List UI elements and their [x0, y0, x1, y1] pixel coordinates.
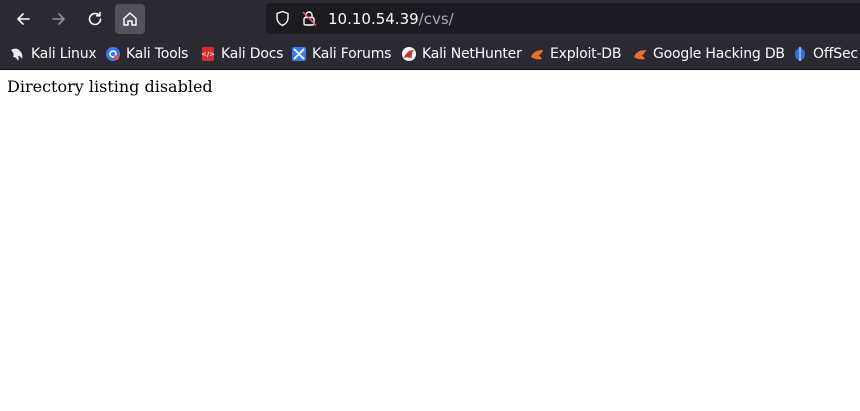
bookmark-label: Exploit-DB: [550, 46, 622, 62]
kali-dragon-icon: [10, 46, 26, 62]
browser-chrome: 10.10.54.39/cvs/ Kali Linux Kali Tools <…: [0, 0, 860, 70]
directory-listing-message: Directory listing disabled: [7, 77, 213, 96]
bookmark-kali-nethunter[interactable]: Kali NetHunter: [401, 43, 522, 65]
url-host: 10.10.54.39: [328, 10, 419, 28]
exploit-db-icon: [529, 46, 545, 62]
bookmark-label: Kali Linux: [31, 46, 97, 62]
offsec-icon: [792, 46, 808, 62]
ghdb-icon: [632, 46, 648, 62]
bookmark-label: Google Hacking DB: [653, 46, 785, 62]
home-button[interactable]: [115, 4, 145, 34]
bookmark-label: Kali NetHunter: [422, 46, 522, 62]
kali-nethunter-icon: [401, 46, 417, 62]
navigation-toolbar: 10.10.54.39/cvs/: [0, 0, 860, 38]
bookmark-label: Kali Forums: [312, 46, 392, 62]
page-content: Directory listing disabled: [0, 70, 860, 104]
back-button[interactable]: [8, 4, 38, 34]
insecure-lock-icon[interactable]: [301, 10, 318, 27]
bookmark-kali-linux[interactable]: Kali Linux: [10, 43, 97, 65]
home-icon: [123, 12, 137, 26]
forward-button[interactable]: [44, 4, 74, 34]
back-arrow-icon: [17, 13, 30, 25]
bookmark-google-hacking-db[interactable]: Google Hacking DB: [632, 43, 785, 65]
kali-docs-icon: </>: [200, 46, 216, 62]
bookmark-label: OffSec: [813, 46, 858, 62]
bookmark-label: Kali Tools: [126, 46, 189, 62]
bookmark-offsec[interactable]: OffSec: [792, 43, 858, 65]
address-bar[interactable]: 10.10.54.39/cvs/: [266, 3, 860, 34]
url-text[interactable]: 10.10.54.39/cvs/: [328, 10, 454, 28]
bookmark-kali-docs[interactable]: </> Kali Docs: [200, 43, 284, 65]
forward-arrow-icon: [52, 13, 65, 25]
reload-button[interactable]: [80, 4, 110, 34]
svg-text:</>: </>: [201, 51, 215, 59]
shield-icon[interactable]: [274, 10, 291, 27]
reload-icon: [88, 11, 102, 26]
bookmark-kali-tools[interactable]: Kali Tools: [105, 43, 188, 65]
bookmark-label: Kali Docs: [221, 46, 284, 62]
bookmark-kali-forums[interactable]: Kali Forums: [291, 43, 391, 65]
bookmark-exploit-db[interactable]: Exploit-DB: [529, 43, 621, 65]
url-path: /cvs/: [418, 10, 454, 28]
kali-tools-icon: [105, 46, 121, 62]
bookmarks-toolbar: Kali Linux Kali Tools </> Kali Docs Kali…: [0, 38, 860, 70]
kali-forums-icon: [291, 46, 307, 62]
